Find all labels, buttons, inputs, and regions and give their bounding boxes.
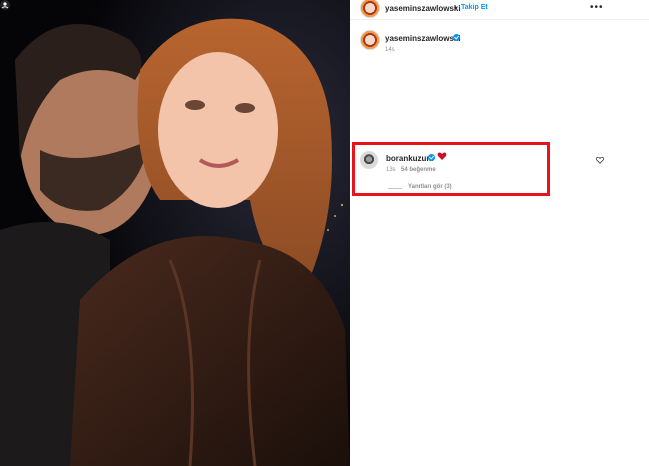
- user-tag-icon[interactable]: [0, 0, 10, 10]
- post-side-panel: yaseminszawlowski • Takip Et ••• yasemin…: [350, 0, 649, 466]
- author-username[interactable]: yaseminszawlowski: [385, 4, 461, 13]
- couple-selfie-image: [0, 0, 350, 466]
- like-comment-heart-icon[interactable]: [596, 156, 604, 164]
- author-avatar[interactable]: [360, 0, 380, 18]
- caption-author-username[interactable]: yaseminszawlowski: [385, 34, 461, 43]
- separator-dot: •: [454, 3, 457, 12]
- post-header: yaseminszawlowski • Takip Et •••: [350, 0, 649, 20]
- comment-highlight-box: [352, 142, 550, 196]
- more-options-icon[interactable]: •••: [590, 2, 604, 13]
- caption-author-avatar[interactable]: [360, 30, 380, 50]
- caption-time: 14s: [385, 47, 395, 53]
- verified-badge-icon: [453, 34, 460, 41]
- post-photo[interactable]: [0, 0, 350, 466]
- follow-button[interactable]: Takip Et: [461, 4, 488, 11]
